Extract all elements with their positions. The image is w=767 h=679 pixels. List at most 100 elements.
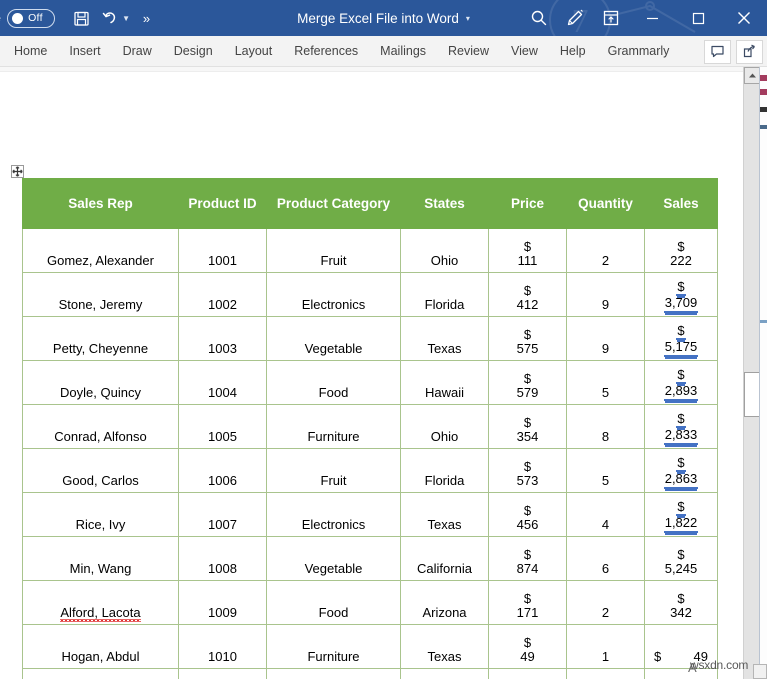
cell-product-category[interactable]: Fruit xyxy=(266,228,401,273)
cell-sales[interactable]: $222 xyxy=(644,228,718,273)
cell-product-id[interactable]: 1007 xyxy=(178,492,267,537)
cell-states[interactable]: Ohio xyxy=(400,228,489,273)
ribbon-display-options-icon[interactable] xyxy=(593,0,629,36)
autosave-toggle[interactable]: Off xyxy=(7,8,56,28)
cell-price[interactable]: $354 xyxy=(488,404,567,449)
search-icon[interactable] xyxy=(521,0,557,36)
cell-price[interactable]: $456 xyxy=(488,492,567,537)
table-row[interactable]: Conrad, Alfonso 1005 Furniture Ohio $354 8 $2,… xyxy=(22,404,718,449)
cell-quantity[interactable]: 1 xyxy=(566,624,645,669)
cell-states[interactable]: Florida xyxy=(400,448,489,493)
column-header-product-category[interactable]: Product Category xyxy=(266,178,401,229)
more-commands-icon[interactable]: » xyxy=(132,5,160,31)
tab-references[interactable]: References xyxy=(283,36,369,67)
cell-sales-rep[interactable]: Rice, Ivy xyxy=(22,492,179,537)
document-title[interactable]: Merge Excel File into Word xyxy=(297,11,459,26)
cell-states[interactable]: Texas xyxy=(400,316,489,361)
table-move-handle-icon[interactable] xyxy=(11,165,24,178)
tab-insert[interactable]: Insert xyxy=(58,36,111,67)
vertical-scrollbar[interactable] xyxy=(743,67,760,679)
undo-icon[interactable] xyxy=(97,5,125,31)
table-row[interactable]: Alford, Lacota 1009 Food Arizona $171 2 $342 xyxy=(22,580,718,625)
cell-price[interactable]: $412 xyxy=(488,272,567,317)
cell-sales[interactable]: $2,833 xyxy=(644,404,718,449)
table-row[interactable]: Min, Wang 1008 Vegetable California $874 6 $5,… xyxy=(22,536,718,581)
column-header-sales[interactable]: Sales xyxy=(644,178,718,229)
table-row[interactable]: Stone, Jeremy 1002 Electronics Florida $412 9… xyxy=(22,272,718,317)
cell-states[interactable]: Arizona xyxy=(400,580,489,625)
cell-quantity[interactable]: 2 xyxy=(566,228,645,273)
cell-product-category[interactable]: Electronics xyxy=(266,272,401,317)
cell-product-id[interactable]: 1001 xyxy=(178,228,267,273)
cell-quantity[interactable]: 2 xyxy=(566,580,645,625)
cell-quantity[interactable]: 6 xyxy=(566,536,645,581)
cell-sales-rep[interactable]: Doyle, Quincy xyxy=(22,360,179,405)
document-title-chevron-down-icon[interactable]: ▾ xyxy=(466,14,470,23)
cell-sales-rep[interactable]: Good, Carlos xyxy=(22,448,179,493)
cell-sales[interactable]: $5,245 xyxy=(644,536,718,581)
cell-product-id[interactable]: 1010 xyxy=(178,624,267,669)
cell-price[interactable]: $171 xyxy=(488,580,567,625)
cell-sales-rep[interactable]: Stone, Jeremy xyxy=(22,272,179,317)
pen-editor-icon[interactable] xyxy=(557,0,593,36)
share-icon[interactable] xyxy=(736,39,763,64)
cell-product-category[interactable]: Electronics xyxy=(266,668,401,679)
cell-product-category[interactable]: Furniture xyxy=(266,624,401,669)
scroll-up-arrow-icon[interactable] xyxy=(744,67,760,84)
cell-price[interactable]: $6 xyxy=(488,668,567,679)
tab-view[interactable]: View xyxy=(500,36,549,67)
maximize-button[interactable] xyxy=(675,0,721,36)
cell-states[interactable]: Ohio xyxy=(400,404,489,449)
cell-product-category[interactable]: Furniture xyxy=(266,404,401,449)
table-row[interactable]: Petty, Cheyenne 1003 Vegetable Texas $575 9 $5… xyxy=(22,316,718,361)
cell-product-id[interactable]: 1005 xyxy=(178,404,267,449)
minimize-button[interactable] xyxy=(629,0,675,36)
tab-help[interactable]: Help xyxy=(549,36,597,67)
cell-states[interactable]: California xyxy=(400,536,489,581)
cell-quantity[interactable]: 8 xyxy=(566,404,645,449)
cell-product-id[interactable]: 1009 xyxy=(178,580,267,625)
column-header-sales-rep[interactable]: Sales Rep xyxy=(22,178,179,229)
cell-product-category[interactable]: Food xyxy=(266,360,401,405)
cell-states[interactable]: Arizona xyxy=(400,668,489,679)
cell-product-id[interactable]: 1004 xyxy=(178,360,267,405)
table-row[interactable]: Good, Carlos 1006 Fruit Florida $573 5 $2,863 xyxy=(22,448,718,493)
table-row[interactable]: Reeves, Savannah1011ElectronicsArizona$6… xyxy=(22,668,718,679)
table-row[interactable]: Doyle, Quincy 1004 Food Hawaii $579 5 $2,893 xyxy=(22,360,718,405)
cell-price[interactable]: $111 xyxy=(488,228,567,273)
cell-product-category[interactable]: Food xyxy=(266,580,401,625)
tab-draw[interactable]: Draw xyxy=(112,36,163,67)
document-canvas[interactable]: Sales Rep Product ID Product Category St… xyxy=(0,67,745,679)
cell-sales-rep[interactable]: Hogan, Abdul xyxy=(22,624,179,669)
tab-design[interactable]: Design xyxy=(163,36,224,67)
cell-product-id[interactable]: 1006 xyxy=(178,448,267,493)
cell-sales-rep[interactable]: Alford, Lacota xyxy=(22,580,179,625)
cell-product-id[interactable]: 1008 xyxy=(178,536,267,581)
close-button[interactable] xyxy=(721,0,767,36)
sales-data-table[interactable]: Sales Rep Product ID Product Category St… xyxy=(22,178,718,679)
tab-mailings[interactable]: Mailings xyxy=(369,36,437,67)
cell-product-category[interactable]: Vegetable xyxy=(266,536,401,581)
cell-quantity[interactable]: 5 xyxy=(566,448,645,493)
tab-home[interactable]: Home xyxy=(0,36,58,67)
cell-price[interactable]: $579 xyxy=(488,360,567,405)
cell-sales[interactable]: $2,893 xyxy=(644,360,718,405)
cell-quantity[interactable]: 4 xyxy=(566,492,645,537)
cell-quantity[interactable]: 3 xyxy=(566,668,645,679)
cell-sales[interactable]: $5,175 xyxy=(644,316,718,361)
cell-states[interactable]: Texas xyxy=(400,492,489,537)
table-row[interactable]: Hogan, Abdul 1010 Furniture Texas $49 1 $49 xyxy=(22,624,718,669)
cell-sales[interactable]: $3,709 xyxy=(644,272,718,317)
tab-review[interactable]: Review xyxy=(437,36,500,67)
corner-resize-box[interactable] xyxy=(753,664,767,679)
column-header-product-id[interactable]: Product ID xyxy=(178,178,267,229)
cell-product-id[interactable]: 1011 xyxy=(178,668,267,679)
cell-sales-rep[interactable]: Min, Wang xyxy=(22,536,179,581)
cell-price[interactable]: $573 xyxy=(488,448,567,493)
cell-sales[interactable]: $342 xyxy=(644,580,718,625)
column-header-quantity[interactable]: Quantity xyxy=(566,178,645,229)
cell-sales-rep[interactable]: Gomez, Alexander xyxy=(22,228,179,273)
cell-product-id[interactable]: 1003 xyxy=(178,316,267,361)
comment-icon[interactable] xyxy=(704,39,731,64)
cell-product-id[interactable]: 1002 xyxy=(178,272,267,317)
